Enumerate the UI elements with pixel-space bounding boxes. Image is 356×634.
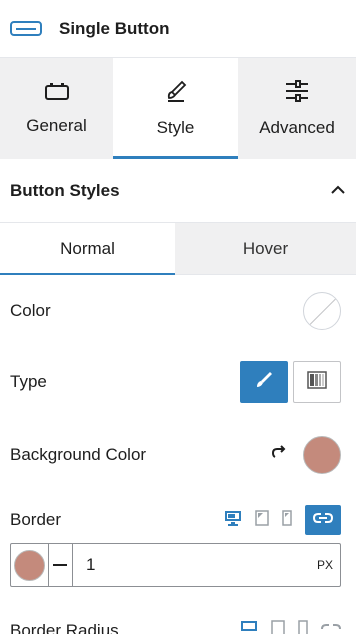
panel-header: Single Button [0, 0, 356, 58]
type-label: Type [10, 372, 47, 391]
mobile-icon[interactable] [282, 509, 292, 531]
desktop-icon[interactable] [224, 510, 242, 531]
block-title: Single Button [59, 18, 170, 38]
border-color-swatch[interactable] [14, 549, 45, 581]
state-tabs: Normal Hover [0, 223, 356, 275]
background-color-control: Background Color [10, 436, 341, 474]
border-control: Border [10, 505, 341, 535]
sliders-icon [284, 79, 310, 108]
background-color-actions [269, 436, 341, 474]
border-input-group: PX [10, 543, 341, 587]
gradient-icon [307, 370, 327, 394]
tab-style[interactable]: Style [113, 58, 238, 159]
desktop-icon[interactable] [240, 620, 258, 634]
tab-normal[interactable]: Normal [0, 223, 175, 275]
section-title: Button Styles [10, 180, 120, 200]
link-icon[interactable] [321, 622, 341, 634]
brush-icon [164, 79, 188, 108]
divider [72, 544, 73, 586]
tablet-icon[interactable] [271, 620, 285, 634]
inspector-tabs: General Style Advanced [0, 58, 356, 159]
color-swatch-none[interactable] [303, 292, 341, 330]
border-radius-control: Border Radius [10, 620, 341, 634]
border-radius-label: Border Radius [10, 620, 119, 634]
border-label: Border [10, 510, 62, 529]
chevron-up-icon[interactable] [330, 182, 346, 200]
border-device-switcher [224, 505, 341, 535]
color-control: Color [10, 292, 341, 330]
border-style-solid-icon[interactable] [53, 564, 67, 566]
tab-style-label: Style [156, 118, 195, 137]
tablet-icon[interactable] [255, 509, 269, 531]
mobile-icon[interactable] [298, 620, 308, 634]
tab-general-label: General [26, 116, 87, 135]
color-label: Color [10, 301, 51, 320]
border-radius-device-switcher [240, 620, 341, 634]
divider [48, 544, 49, 586]
reset-icon[interactable] [269, 443, 289, 468]
background-color-label: Background Color [10, 445, 147, 464]
border-unit-select[interactable]: PX [317, 558, 333, 572]
type-gradient-button[interactable] [293, 361, 341, 403]
background-color-swatch[interactable] [303, 436, 341, 474]
tab-advanced-label: Advanced [259, 118, 335, 137]
paint-brush-icon [254, 370, 274, 395]
tab-general[interactable]: General [0, 58, 113, 159]
tab-advanced[interactable]: Advanced [238, 58, 356, 159]
type-options [240, 361, 341, 403]
link-sides-button[interactable] [305, 505, 341, 535]
general-icon [44, 81, 70, 106]
button-styles-panel-toggle[interactable]: Button Styles [0, 159, 356, 223]
border-width-input[interactable] [86, 555, 317, 575]
tab-hover[interactable]: Hover [175, 223, 356, 274]
type-control: Type [10, 361, 341, 403]
link-icon [312, 511, 334, 529]
button-block-icon [10, 20, 42, 37]
type-classic-button[interactable] [240, 361, 288, 403]
